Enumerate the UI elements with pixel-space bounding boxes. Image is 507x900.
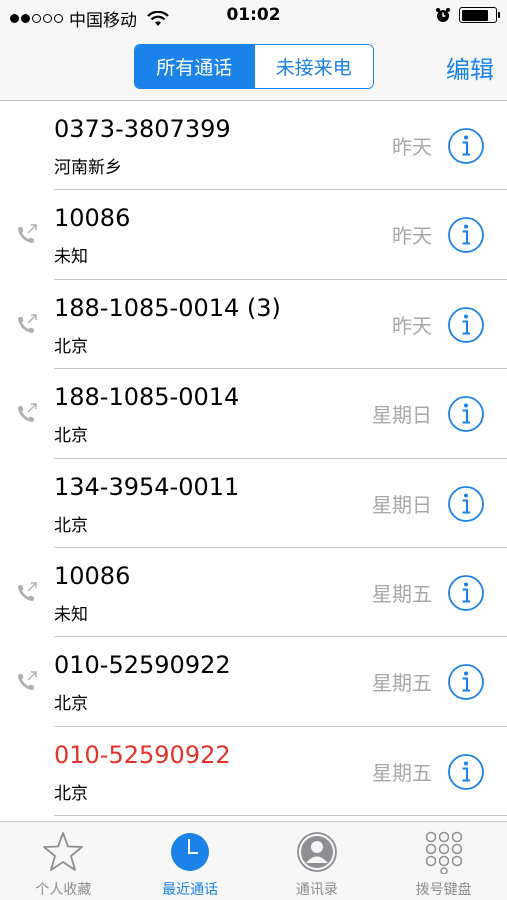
call-number: 0373-3807399 xyxy=(54,115,231,143)
tab-favorites[interactable]: 个人收藏 xyxy=(0,822,127,900)
call-row[interactable]: 010-52590922 北京 星期五 xyxy=(0,727,507,817)
tab-favorites-label: 个人收藏 xyxy=(35,882,92,898)
info-icon[interactable] xyxy=(447,485,485,523)
call-date: 星期五 xyxy=(372,760,432,785)
tab-bar: 个人收藏 最近通话 通讯录 拨号键盘 xyxy=(0,821,507,900)
call-date: 星期五 xyxy=(372,671,432,696)
call-location: 北京 xyxy=(54,694,88,715)
status-right xyxy=(435,7,500,23)
call-date: 星期五 xyxy=(372,582,432,606)
info-icon[interactable] xyxy=(447,127,485,165)
call-location: 北京 xyxy=(54,426,88,447)
call-location: 未知 xyxy=(54,247,88,268)
segment-all-calls[interactable]: 所有通话 xyxy=(135,45,254,88)
call-date: 昨天 xyxy=(392,135,432,159)
clock-icon xyxy=(171,833,210,871)
recent-calls-list: 0373-3807399 河南新乡 昨天 10086 未知 昨天 188-1085-0014… xyxy=(0,101,507,821)
status-bar: 中国移动 01:02 xyxy=(0,0,507,34)
call-number: 10086 xyxy=(54,562,131,590)
contacts-icon xyxy=(296,832,337,872)
star-icon xyxy=(43,832,84,871)
outgoing-call-icon xyxy=(18,582,37,601)
nav-bar: 所有通话 未接来电 编辑 xyxy=(0,34,507,101)
call-location: 北京 xyxy=(54,515,88,536)
call-location: 北京 xyxy=(54,783,88,804)
info-icon[interactable] xyxy=(447,395,485,433)
outgoing-call-icon xyxy=(18,314,37,333)
info-icon[interactable] xyxy=(447,663,485,701)
battery-icon xyxy=(459,7,500,23)
call-row[interactable]: 0373-3807399 河南新乡 昨天 xyxy=(0,101,507,191)
outgoing-call-icon xyxy=(18,403,37,423)
alarm-icon xyxy=(436,8,450,22)
call-row[interactable]: 10086 未知 昨天 xyxy=(0,190,507,280)
call-number: 010-52590922 xyxy=(54,740,231,769)
call-number: 188-1085-0014 xyxy=(54,383,240,412)
tab-recents[interactable]: 最近通话 xyxy=(127,822,254,900)
info-icon[interactable] xyxy=(447,574,485,612)
battery-level xyxy=(461,9,488,21)
call-number: 010-52590922 xyxy=(54,651,231,680)
call-location: 北京 xyxy=(54,336,88,357)
call-date: 星期日 xyxy=(372,492,432,517)
edit-button[interactable]: 编辑 xyxy=(446,50,494,85)
call-row[interactable]: 10086 未知 星期五 xyxy=(0,548,507,638)
tab-keypad[interactable]: 拨号键盘 xyxy=(380,822,507,900)
tab-recents-label: 最近通话 xyxy=(162,882,219,898)
call-location: 河南新乡 xyxy=(54,158,122,178)
call-number: 10086 xyxy=(54,204,131,233)
call-date: 昨天 xyxy=(392,224,432,249)
call-date: 星期日 xyxy=(372,403,432,428)
call-number: 188-1085-0014 (3) xyxy=(54,293,281,322)
outgoing-call-icon xyxy=(18,224,37,244)
call-location: 未知 xyxy=(54,605,88,625)
call-filter-segmented-control: 所有通话 未接来电 xyxy=(134,44,374,89)
call-row[interactable]: 010-52590922 北京 星期五 xyxy=(0,637,507,727)
tab-keypad-label: 拨号键盘 xyxy=(415,882,472,898)
row-separator xyxy=(54,815,507,817)
tab-contacts-label: 通讯录 xyxy=(295,882,338,898)
call-number: 134-3954-0011 xyxy=(54,472,240,501)
tab-contacts[interactable]: 通讯录 xyxy=(254,822,381,900)
call-row[interactable]: 188-1085-0014 (3) 北京 昨天 xyxy=(0,280,507,370)
info-icon[interactable] xyxy=(447,753,485,791)
outgoing-call-icon xyxy=(18,671,37,691)
info-icon[interactable] xyxy=(447,216,485,254)
keypad-icon xyxy=(425,831,462,874)
segment-missed-calls[interactable]: 未接来电 xyxy=(253,45,373,88)
call-row[interactable]: 188-1085-0014 北京 星期日 xyxy=(0,369,507,459)
info-icon[interactable] xyxy=(447,306,485,344)
status-time: 01:02 xyxy=(226,5,281,25)
call-row[interactable]: 134-3954-0011 北京 星期日 xyxy=(0,459,507,548)
call-date: 昨天 xyxy=(392,313,432,338)
